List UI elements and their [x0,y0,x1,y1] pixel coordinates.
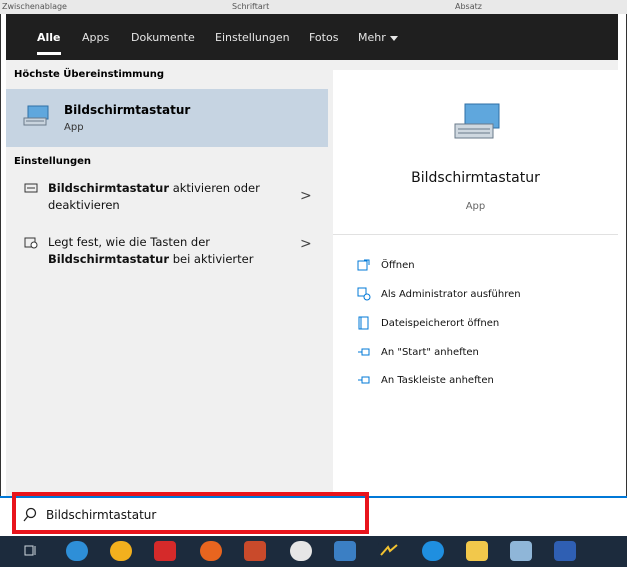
action-label: An "Start" anheften [381,347,479,358]
keyboard-icon [24,182,38,199]
pin-icon [357,373,371,389]
preview-pane: Bildschirmtastatur App Öffnen Als Admini… [328,60,618,503]
tab-mehr[interactable]: Mehr [358,31,398,44]
best-match-heading: Höchste Übereinstimmung [14,69,164,80]
action-label: Als Administrator ausführen [381,289,521,300]
file-location-icon [357,316,371,332]
ribbon-group-label: Zwischenablage [2,2,67,11]
firefox-icon[interactable] [200,541,222,561]
preview-app-type: App [465,201,486,212]
tab-fotos[interactable]: Fotos [309,31,338,44]
preview-card: Bildschirmtastatur App Öffnen Als Admini… [333,70,618,503]
explorer-icon[interactable] [466,541,488,561]
paint-icon[interactable] [378,541,400,561]
chevron-down-icon [389,35,398,41]
keyboard-monitor-icon [453,102,505,150]
search-tabs: Alle Apps Dokumente Einstellungen Fotos … [6,14,618,60]
admin-shield-icon [357,287,371,303]
result-text: Legt fest, wie die Tasten der Bildschirmt… [48,235,254,266]
search-panel: Alle Apps Dokumente Einstellungen Fotos … [6,14,618,503]
best-match-type: App [64,122,84,133]
result-text: Bildschirmtastatur aktivieren oder deakti… [48,181,260,212]
open-icon [357,258,371,274]
tab-apps[interactable]: Apps [82,31,109,44]
tab-alle[interactable]: Alle [37,31,61,55]
settings-result-keys[interactable]: Legt fest, wie die Tasten der Bildschirmt… [14,234,328,272]
outlook-icon[interactable] [334,541,356,561]
divider [333,234,618,235]
chevron-right-icon[interactable]: > [300,188,312,205]
tab-mehr-label: Mehr [358,31,386,44]
action-label: Dateispeicherort öffnen [381,318,500,329]
settings-result-toggle[interactable]: Bildschirmtastatur aktivieren oder deakti… [14,180,328,218]
chevron-right-icon[interactable]: > [300,236,312,253]
app-icon[interactable] [290,541,312,561]
edge-icon[interactable] [66,541,88,561]
avira-icon[interactable] [154,541,176,561]
skype-icon[interactable] [422,541,444,561]
highlight-box [12,492,369,534]
powerpoint-icon[interactable] [244,541,266,561]
tab-dokumente[interactable]: Dokumente [131,31,195,44]
best-match-item[interactable]: Bildschirmtastatur App [6,89,328,147]
preview-app-title: Bildschirmtastatur [411,170,540,186]
snipping-icon[interactable] [510,541,532,561]
accessibility-icon [24,236,38,255]
pin-icon [357,345,371,361]
tab-einstellungen[interactable]: Einstellungen [215,31,290,44]
keyboard-monitor-icon [22,105,52,133]
ribbon-group-label: Schriftart [232,2,270,11]
best-match-name: Bildschirmtastatur [64,103,191,117]
action-label: An Taskleiste anheften [381,375,494,386]
chrome-icon[interactable] [110,541,132,561]
action-label: Öffnen [381,260,415,271]
task-view-icon[interactable] [20,541,42,561]
ribbon-group-label: Absatz [455,2,482,11]
word-icon[interactable] [554,541,576,561]
taskbar [0,536,627,567]
background-ribbon: Zwischenablage Schriftart Absatz [0,0,627,14]
results-list: Höchste Übereinstimmung Bildschirmtastat… [6,60,328,503]
settings-heading: Einstellungen [14,156,92,167]
